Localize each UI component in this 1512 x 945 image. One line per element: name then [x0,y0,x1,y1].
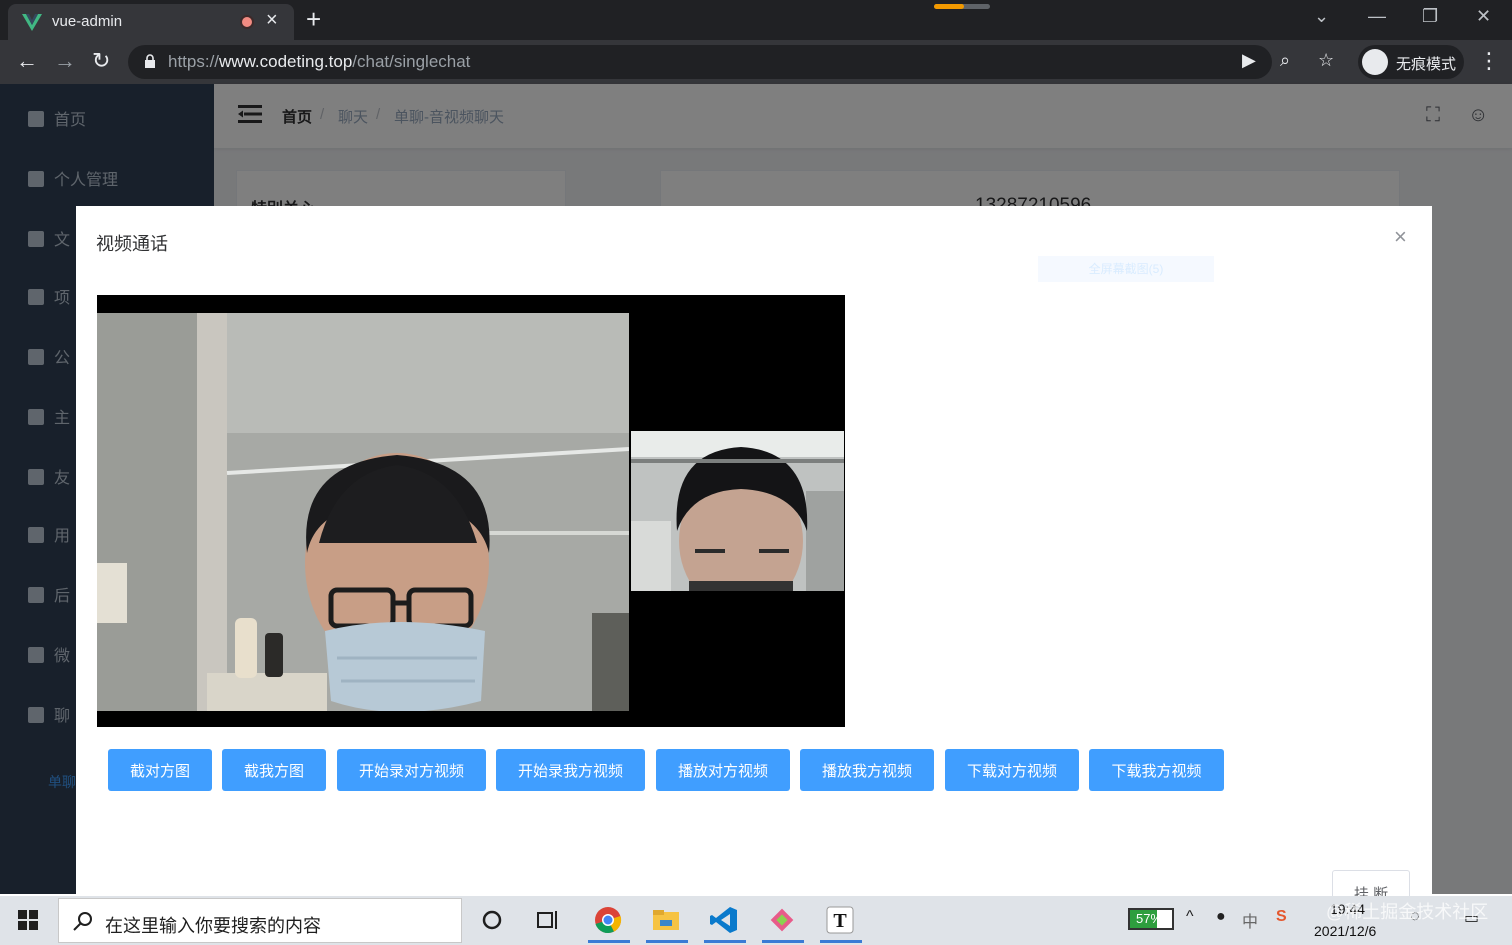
clock-date[interactable]: 2021/12/6 [1314,923,1376,939]
tray-expand-icon[interactable]: ^ [1186,908,1194,926]
capture-local-button[interactable]: 截我方图 [222,749,326,791]
new-tab-button[interactable]: + [306,4,321,35]
forward-icon[interactable]: → [54,48,76,74]
video-call-dialog: 视频通话 × 全屏幕截图(5) 截对方图 截我方图 开始录对方视频 开始录我方视… [76,206,1432,910]
git-client-icon[interactable] [766,904,798,936]
recording-indicator-icon [240,15,254,29]
tab-close-icon[interactable]: × [266,9,278,32]
download-remote-button[interactable]: 下载对方视频 [945,749,1079,791]
incognito-badge[interactable]: 无痕模式 [1358,45,1464,79]
url-text: https://www.codeting.top/chat/singlechat [168,52,471,71]
browser-toolbar: ← → ↻ https://www.codeting.top/chat/sing… [0,40,1512,84]
capture-remote-button[interactable]: 截对方图 [108,749,212,791]
battery-percent: 57% [1136,911,1163,926]
browser-tab[interactable]: vue-admin × [8,4,294,40]
vscode-active-indicator [704,940,746,943]
video-container [97,295,845,727]
local-video [631,431,844,591]
dialog-close-icon[interactable]: × [1394,224,1407,250]
camera-in-use-icon[interactable]: ▶ [1242,50,1256,71]
svg-text:T: T [833,910,847,932]
file-explorer-icon[interactable] [650,904,682,936]
minimize-icon[interactable]: — [1368,6,1386,27]
sogou-ime-icon[interactable]: S [1276,908,1287,926]
tab-search-icon[interactable]: ⌄ [1314,6,1329,27]
tab-title: vue-admin [52,13,123,30]
play-local-button[interactable]: 播放我方视频 [800,749,934,791]
lock-icon [145,54,155,68]
typora-icon[interactable]: T [824,904,856,936]
incognito-icon [1362,49,1388,75]
bookmark-star-icon[interactable]: ☆ [1318,50,1334,71]
incognito-label: 无痕模式 [1396,56,1457,73]
chrome-icon[interactable] [592,904,624,936]
search-placeholder: 在这里输入你要搜索的内容 [105,916,321,936]
browser-tab-bar: vue-admin × + ⌄ — ❐ ✕ [0,0,1512,40]
chrome-active-indicator [588,940,630,943]
microphone-icon[interactable]: ● [1216,908,1226,926]
address-bar[interactable]: https://www.codeting.top/chat/singlechat… [128,45,1334,79]
remote-video [97,313,629,711]
task-view-icon[interactable] [532,904,564,936]
media-progress [934,4,990,9]
reload-icon[interactable]: ↻ [92,48,110,74]
dialog-title: 视频通话 [96,234,168,254]
play-remote-button[interactable]: 播放对方视频 [656,749,790,791]
restore-icon[interactable]: ❐ [1422,6,1438,27]
remote-video-frame [97,313,629,711]
windows-start-icon[interactable] [18,910,38,930]
typora-active-indicator [820,940,862,943]
vscode-icon[interactable] [708,904,740,936]
taskbar-search-box[interactable]: 在这里输入你要搜索的内容 [58,898,462,943]
window-close-icon[interactable]: ✕ [1476,6,1491,27]
search-icon [73,912,92,931]
record-local-button[interactable]: 开始录我方视频 [496,749,645,791]
back-icon[interactable]: ← [16,48,38,74]
screenshot-tooltip: 全屏幕截图(5) [1038,256,1214,282]
explorer-active-indicator [646,940,688,943]
browser-menu-icon[interactable]: ⋮ [1478,48,1500,74]
git-active-indicator [762,940,804,943]
ime-indicator[interactable]: 中 [1242,908,1258,932]
vue-logo-icon [22,14,42,31]
local-video-frame [631,431,844,591]
battery-indicator[interactable]: 57% [1128,908,1174,930]
download-local-button[interactable]: 下载我方视频 [1089,749,1224,791]
watermark: @稀土掘金技术社区 [1326,902,1489,922]
cortana-icon[interactable] [476,904,508,936]
windows-taskbar: 在这里输入你要搜索的内容 T 57% ^ ● 中 S 19:44 2021/12… [0,896,1512,945]
record-remote-button[interactable]: 开始录对方视频 [337,749,486,791]
zoom-icon[interactable]: ⌕ [1280,50,1290,71]
